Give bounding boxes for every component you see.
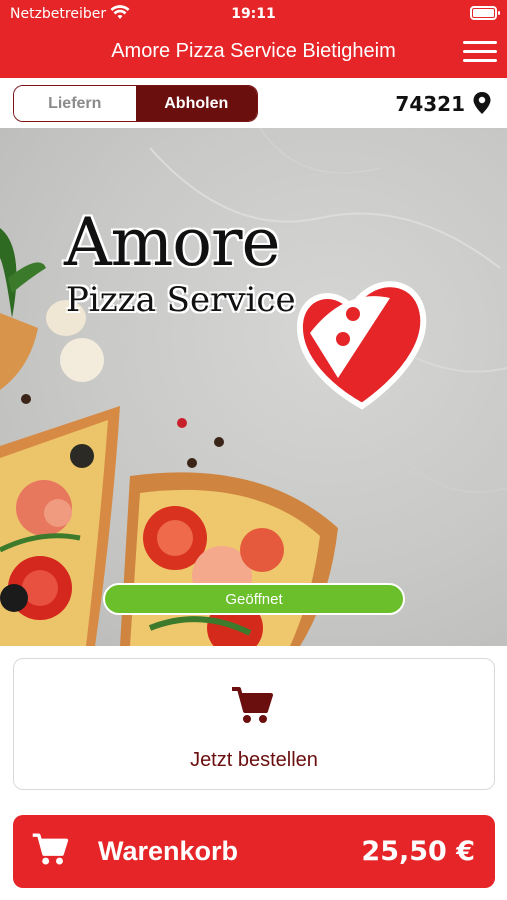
deliver-option[interactable]: Liefern xyxy=(14,86,136,121)
cart-label: Warenkorb xyxy=(98,836,239,866)
nav-bar: Amore Pizza Service Bietigheim xyxy=(0,26,507,78)
cart-button[interactable]: Warenkorb 25,50 € xyxy=(13,815,495,888)
order-now-card[interactable]: Jetzt bestellen xyxy=(13,658,495,790)
pickup-option[interactable]: Abholen xyxy=(135,86,257,121)
app-screen: Netzbetreiber 19:11 Amore Pizza Service … xyxy=(0,0,507,900)
postcode-label[interactable]: 74321 xyxy=(395,92,465,116)
mode-bar: Liefern Abholen 74321 xyxy=(0,78,507,128)
brand-subtitle: Pizza Service xyxy=(66,280,296,320)
location-pin-icon[interactable] xyxy=(473,92,491,114)
hero-banner: Amore Pizza Service Geöffnet xyxy=(0,128,507,646)
cart-icon xyxy=(232,687,273,723)
page-title: Amore Pizza Service Bietigheim xyxy=(111,40,396,62)
clock-time: 19:11 xyxy=(231,6,276,22)
status-bar: Netzbetreiber 19:11 xyxy=(0,0,507,26)
brand-name: Amore xyxy=(64,204,281,281)
order-now-label: Jetzt bestellen xyxy=(190,749,318,771)
cart-total: 25,50 € xyxy=(361,836,475,867)
open-status-badge: Geöffnet xyxy=(103,583,405,615)
delivery-mode-toggle: Liefern Abholen xyxy=(13,85,258,122)
menu-icon[interactable] xyxy=(463,39,497,65)
battery-icon xyxy=(470,6,500,20)
cart-icon xyxy=(32,833,69,865)
